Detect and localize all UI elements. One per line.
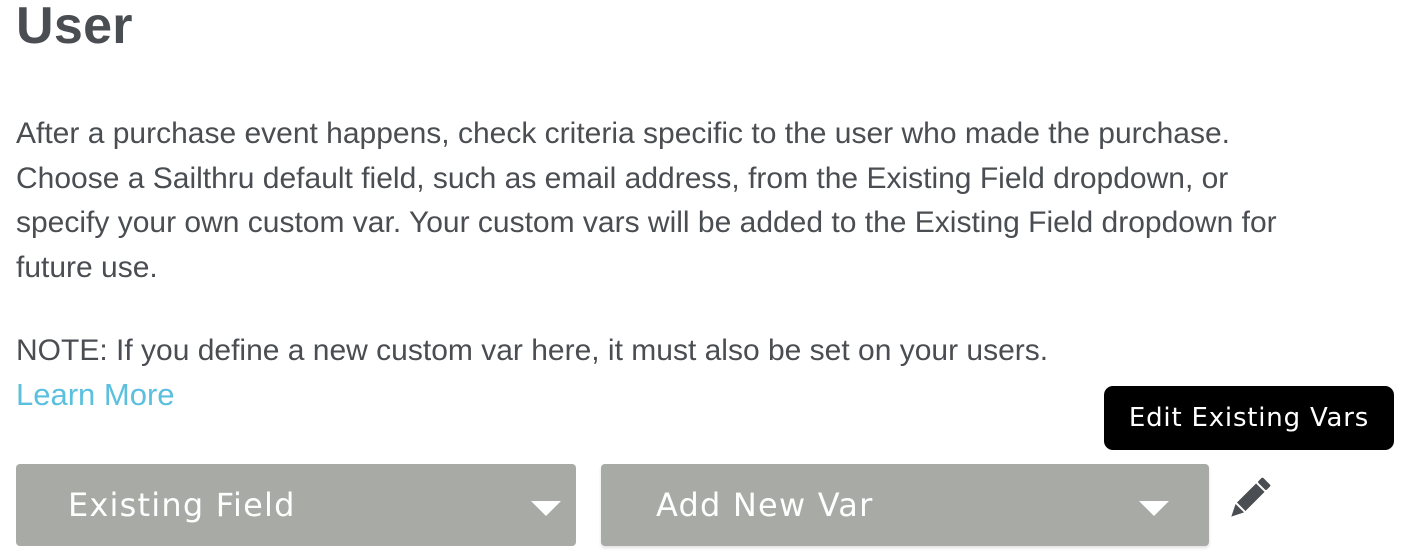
page-title: User: [16, 0, 133, 55]
learn-more-link[interactable]: Learn More: [16, 377, 175, 412]
edit-vars-tooltip: Edit Existing Vars: [1104, 386, 1394, 450]
existing-field-dropdown[interactable]: Existing Field: [16, 464, 576, 546]
chevron-down-icon: [531, 501, 561, 516]
chevron-down-icon: [1139, 501, 1169, 516]
note-text: NOTE: If you define a new custom var her…: [16, 334, 1049, 367]
add-new-var-value: Add New Var: [656, 486, 874, 524]
user-criteria-panel: User After a purchase event happens, che…: [0, 0, 1406, 560]
pencil-icon[interactable]: [1222, 472, 1276, 526]
description-text: After a purchase event happens, check cr…: [16, 117, 1277, 284]
existing-field-value: Existing Field: [68, 486, 296, 524]
add-new-var-dropdown[interactable]: Add New Var: [601, 464, 1209, 546]
